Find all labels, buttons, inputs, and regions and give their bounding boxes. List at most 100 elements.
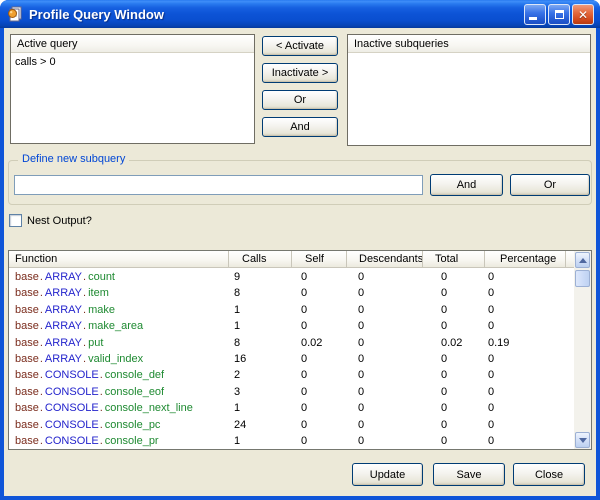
cell-total: 0: [422, 400, 484, 416]
cell-calls: 8: [228, 285, 291, 301]
cell-self: 0.02: [291, 335, 346, 351]
active-query-header: Active query: [11, 35, 254, 53]
function-name: base.ARRAY.valid_index: [9, 351, 228, 367]
active-query-item[interactable]: calls > 0: [11, 54, 254, 68]
cell-calls: 2: [228, 367, 291, 383]
cell-pct: 0: [484, 351, 565, 367]
function-name: base.CONSOLE.console_eof: [9, 384, 228, 400]
cell-pct: 0: [484, 269, 565, 285]
cell-desc: 0: [346, 417, 422, 433]
scroll-down-button[interactable]: [575, 432, 590, 448]
cell-calls: 1: [228, 400, 291, 416]
active-query-body[interactable]: calls > 0: [11, 54, 254, 143]
minimize-button[interactable]: [524, 4, 546, 25]
cell-total: 0: [422, 433, 484, 449]
and-transfer-button[interactable]: And: [262, 117, 338, 137]
results-table: Function Calls Self Descendants Total Pe…: [8, 250, 592, 450]
function-name: base.CONSOLE.console_next_line: [9, 400, 228, 416]
column-header-function[interactable]: Function: [9, 251, 228, 267]
function-name: base.ARRAY.item: [9, 285, 228, 301]
define-subquery-label: Define new subquery: [18, 153, 129, 165]
nest-output-checkbox[interactable]: [9, 214, 22, 227]
and-subquery-button[interactable]: And: [430, 174, 503, 196]
function-name: base.CONSOLE.console_def: [9, 367, 228, 383]
inactive-subqueries-list[interactable]: Inactive subqueries: [347, 34, 591, 146]
cell-total: 0: [422, 285, 484, 301]
cell-desc: 0: [346, 400, 422, 416]
table-row[interactable]: base.ARRAY.item80000: [9, 285, 574, 301]
function-name: base.ARRAY.make_area: [9, 318, 228, 334]
cell-total: 0: [422, 367, 484, 383]
column-header-descendants[interactable]: Descendants: [346, 251, 422, 267]
function-name: base.CONSOLE.console_pr: [9, 433, 228, 449]
column-header-calls[interactable]: Calls: [228, 251, 291, 267]
cell-self: 0: [291, 384, 346, 400]
nest-output-label: Nest Output?: [27, 215, 92, 227]
table-row[interactable]: base.ARRAY.put80.0200.020.19: [9, 335, 574, 351]
nest-output-row: Nest Output?: [9, 214, 92, 227]
cell-pct: 0: [484, 400, 565, 416]
or-subquery-button[interactable]: Or: [510, 174, 590, 196]
table-row[interactable]: base.ARRAY.count90000: [9, 269, 574, 285]
table-row[interactable]: base.ARRAY.make10000: [9, 302, 574, 318]
cell-total: 0: [422, 384, 484, 400]
activate-button[interactable]: < Activate: [262, 36, 338, 56]
cell-desc: 0: [346, 285, 422, 301]
cell-self: 0: [291, 367, 346, 383]
cell-desc: 0: [346, 367, 422, 383]
table-row[interactable]: base.CONSOLE.console_pc240000: [9, 417, 574, 433]
close-dialog-button[interactable]: Close: [513, 463, 585, 486]
function-name: base.ARRAY.put: [9, 335, 228, 351]
function-name: base.CONSOLE.console_pc: [9, 417, 228, 433]
close-button[interactable]: ✕: [572, 4, 594, 25]
column-header-filler: [565, 251, 574, 267]
cell-desc: 0: [346, 269, 422, 285]
maximize-button[interactable]: [548, 4, 570, 25]
cell-self: 0: [291, 433, 346, 449]
results-table-header: Function Calls Self Descendants Total Pe…: [9, 251, 574, 268]
table-row[interactable]: base.CONSOLE.console_pr10000: [9, 433, 574, 449]
cell-pct: 0: [484, 302, 565, 318]
cell-desc: 0: [346, 335, 422, 351]
column-header-total[interactable]: Total: [422, 251, 484, 267]
cell-desc: 0: [346, 433, 422, 449]
vertical-scrollbar[interactable]: [574, 251, 591, 449]
table-rows: base.ARRAY.count90000base.ARRAY.item8000…: [9, 269, 574, 449]
close-icon: ✕: [578, 9, 588, 21]
arrow-up-icon: [579, 258, 587, 263]
cell-self: 0: [291, 318, 346, 334]
title-bar[interactable]: Profile Query Window ✕: [0, 0, 600, 28]
table-row[interactable]: base.ARRAY.make_area10000: [9, 318, 574, 334]
scrollbar-thumb[interactable]: [575, 270, 590, 287]
active-query-list[interactable]: Active query calls > 0: [10, 34, 255, 144]
table-row[interactable]: base.CONSOLE.console_eof30000: [9, 384, 574, 400]
subquery-input[interactable]: [14, 175, 423, 195]
column-header-percentage[interactable]: Percentage: [484, 251, 565, 267]
function-name: base.ARRAY.count: [9, 269, 228, 285]
inactive-subqueries-body[interactable]: [348, 54, 590, 145]
table-row[interactable]: base.ARRAY.valid_index160000: [9, 351, 574, 367]
cell-pct: 0: [484, 285, 565, 301]
cell-calls: 1: [228, 433, 291, 449]
cell-total: 0.02: [422, 335, 484, 351]
cell-total: 0: [422, 302, 484, 318]
table-row[interactable]: base.CONSOLE.console_def20000: [9, 367, 574, 383]
or-transfer-button[interactable]: Or: [262, 90, 338, 110]
function-name: base.ARRAY.make: [9, 302, 228, 318]
update-button[interactable]: Update: [352, 463, 423, 486]
scroll-up-button[interactable]: [575, 252, 590, 268]
cell-pct: 0: [484, 318, 565, 334]
save-button[interactable]: Save: [433, 463, 505, 486]
cell-total: 0: [422, 318, 484, 334]
cell-calls: 1: [228, 318, 291, 334]
cell-pct: 0: [484, 367, 565, 383]
table-row[interactable]: base.CONSOLE.console_next_line10000: [9, 400, 574, 416]
inactivate-button[interactable]: Inactivate >: [262, 63, 338, 83]
cell-total: 0: [422, 417, 484, 433]
cell-self: 0: [291, 351, 346, 367]
column-header-self[interactable]: Self: [291, 251, 346, 267]
cell-calls: 3: [228, 384, 291, 400]
cell-pct: 0: [484, 417, 565, 433]
window-title: Profile Query Window: [29, 7, 164, 22]
arrow-down-icon: [579, 438, 587, 443]
